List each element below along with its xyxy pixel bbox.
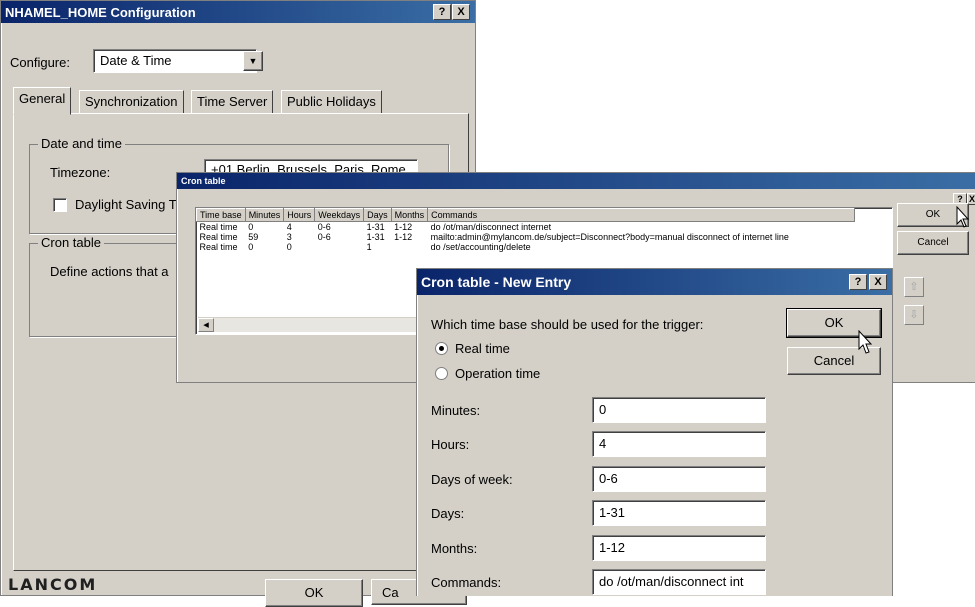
cell: 0-6 — [317, 232, 331, 242]
cron-title: Cron table — [181, 176, 226, 186]
radio-real-time[interactable] — [435, 342, 448, 355]
cell: 3 — [286, 232, 292, 242]
cell: 1-12 — [394, 232, 413, 242]
config-title: NHAMEL_HOME Configuration — [5, 4, 196, 20]
column-header[interactable]: Commands — [427, 208, 856, 222]
column-header[interactable]: Hours — [283, 208, 316, 222]
radio-real-time-label[interactable]: Real time — [455, 341, 510, 356]
cell — [315, 242, 364, 252]
close-button[interactable]: X — [869, 274, 887, 290]
move-down-button[interactable]: ⇩ — [904, 305, 924, 325]
hours-label: Hours: — [431, 437, 470, 452]
scroll-left-button[interactable]: ◂ — [198, 318, 214, 332]
date-time-group-title: Date and time — [38, 136, 125, 151]
new-entry-dialog: Cron table - New Entry ? X Which time ba… — [416, 268, 893, 596]
cron-header-row: Time base Minutes Hours Weekdays Days Mo… — [196, 208, 856, 222]
tab-general[interactable]: General — [13, 87, 72, 115]
cell: 1-12 — [394, 222, 413, 232]
config-titlebar[interactable]: NHAMEL_HOME Configuration — [1, 1, 475, 23]
cell: 4 — [286, 222, 292, 232]
chevron-down-icon[interactable]: ▼ — [243, 51, 263, 71]
move-up-button[interactable]: ⇧ — [904, 277, 924, 297]
minutes-field[interactable]: 0 — [592, 397, 766, 423]
cell: 0 — [286, 242, 292, 252]
cell: 0 — [248, 242, 254, 252]
config-ok-button[interactable]: OK — [265, 579, 363, 607]
days-of-week-field[interactable]: 0-6 — [592, 466, 766, 492]
days-label: Days: — [431, 506, 465, 521]
column-header[interactable]: Time base — [196, 208, 246, 222]
cell: 59 — [248, 232, 259, 242]
tab-public-holidays[interactable]: Public Holidays — [281, 90, 382, 114]
new-entry-title: Cron table - New Entry — [421, 274, 572, 290]
dst-label: Daylight Saving T — [75, 197, 177, 212]
cell: do /ot/man/disconnect internet — [430, 222, 552, 232]
lancom-logo: LANCOM — [8, 575, 98, 594]
timezone-label: Timezone: — [50, 165, 111, 180]
months-label: Months: — [431, 541, 478, 556]
help-button[interactable]: ? — [433, 4, 451, 20]
new-entry-titlebar[interactable]: Cron table - New Entry — [417, 269, 892, 295]
configure-select[interactable]: Date & Time — [93, 49, 257, 73]
mouse-pointer-icon — [858, 330, 873, 354]
radio-operation-time[interactable] — [435, 367, 448, 380]
commands-field[interactable]: do /ot/man/disconnect int — [592, 569, 766, 595]
table-row[interactable]: Real time 59 3 0-6 1-31 1-12 mailto:admi… — [197, 232, 855, 242]
cell: Real time — [199, 232, 238, 242]
cell: Real time — [199, 242, 238, 252]
hours-field[interactable]: 4 — [592, 431, 766, 457]
time-base-question: Which time base should be used for the t… — [431, 317, 704, 332]
radio-operation-time-label[interactable]: Operation time — [455, 366, 540, 381]
cell: Real time — [199, 222, 238, 232]
cell — [391, 242, 428, 252]
help-button[interactable]: ? — [849, 274, 867, 290]
column-header[interactable]: Weekdays — [314, 208, 365, 222]
days-field[interactable]: 1-31 — [592, 500, 766, 526]
cron-cancel-button[interactable]: Cancel — [897, 231, 969, 255]
table-row[interactable]: Real time 0 0 1 do /set/accounting/delet… — [197, 242, 855, 252]
column-header[interactable]: Days — [363, 208, 392, 222]
radio-selected-dot — [439, 346, 444, 351]
configure-label: Configure: — [10, 55, 70, 70]
mouse-pointer-icon — [956, 206, 970, 228]
cell: 0 — [248, 222, 254, 232]
months-field[interactable]: 1-12 — [592, 535, 766, 561]
cron-group-title: Cron table — [38, 235, 104, 250]
cell: 1 — [366, 242, 372, 252]
minutes-label: Minutes: — [431, 403, 481, 418]
column-header[interactable]: Minutes — [244, 208, 285, 222]
cron-titlebar[interactable]: Cron table — [177, 173, 975, 189]
cell: mailto:admin@mylancom.de/subject=Disconn… — [430, 232, 789, 242]
dst-checkbox[interactable] — [53, 198, 67, 212]
column-header[interactable]: Months — [390, 208, 429, 222]
tab-strip: General Synchronization Time Server Publ… — [13, 87, 467, 115]
commands-label: Commands: — [431, 575, 502, 590]
cell: 1-31 — [366, 222, 385, 232]
days-of-week-label: Days of week: — [431, 472, 513, 487]
cron-description: Define actions that a — [50, 264, 169, 279]
table-row[interactable]: Real time 0 4 0-6 1-31 1-12 do /ot/man/d… — [197, 222, 855, 233]
tab-time-server[interactable]: Time Server — [191, 90, 274, 114]
close-button[interactable]: X — [452, 4, 470, 20]
cron-table: Time base Minutes Hours Weekdays Days Mo… — [196, 208, 856, 252]
cell: 1-31 — [366, 232, 385, 242]
cell: 0-6 — [317, 222, 331, 232]
cell: do /set/accounting/delete — [430, 242, 531, 252]
configure-value: Date & Time — [100, 53, 172, 68]
tab-synchronization[interactable]: Synchronization — [79, 90, 184, 114]
